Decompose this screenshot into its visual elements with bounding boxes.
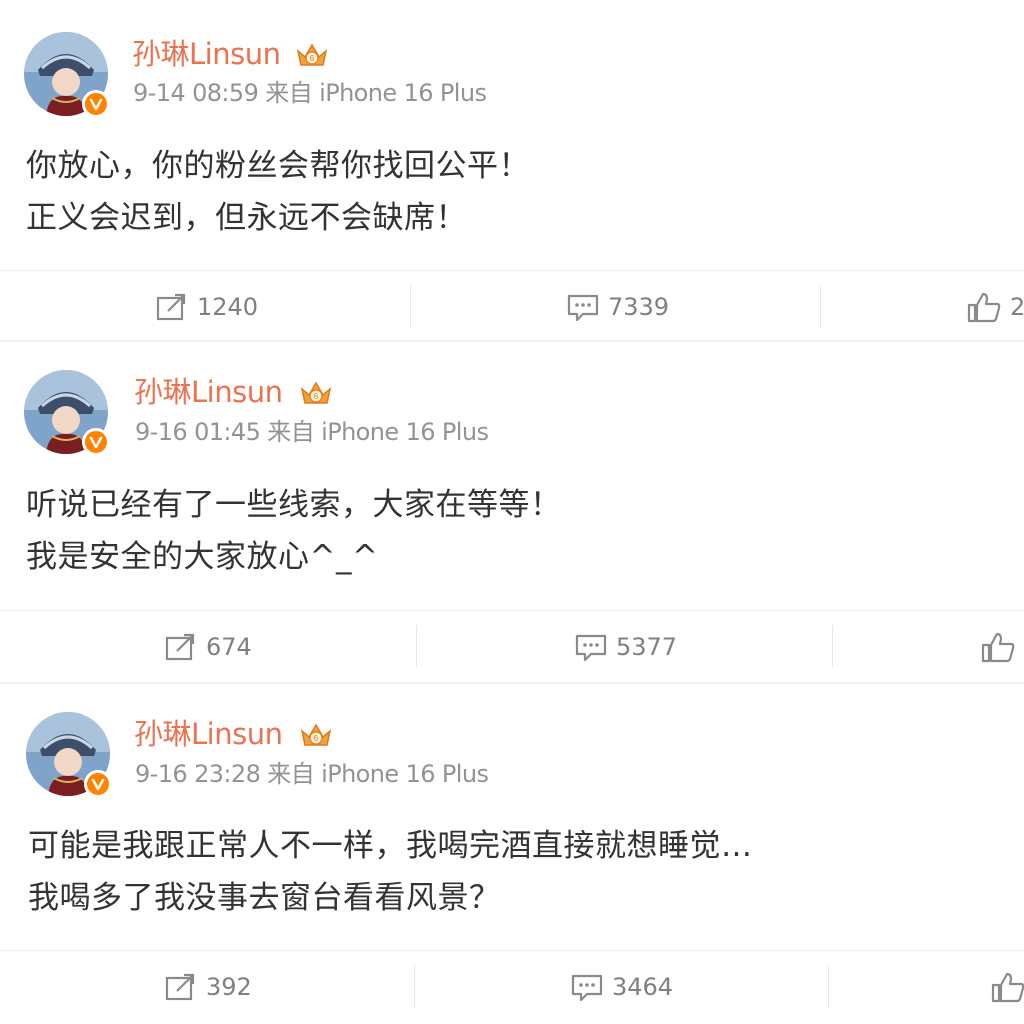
post-time[interactable]: 9-16 23:28 xyxy=(135,760,261,788)
repost-count: 1240 xyxy=(197,293,259,321)
like-count: 2 xyxy=(1010,293,1024,321)
post-text-line: 正义会迟到，但永远不会缺席！ xyxy=(26,200,467,236)
action-divider xyxy=(820,285,821,327)
member-crown-icon[interactable]: 6 xyxy=(298,719,334,751)
repost-button[interactable]: 392 xyxy=(164,951,252,1023)
post-text-line: 可能是我跟正常人不一样，我喝完酒直接就想睡觉… xyxy=(28,828,753,864)
verified-v-icon xyxy=(82,90,110,118)
post-2: 孙琳Linsun 6 9-16 01:45 来自 iPhone 16 Plus … xyxy=(0,342,1024,682)
verified-v-icon xyxy=(84,770,112,798)
avatar[interactable] xyxy=(24,370,110,456)
post-text-line: 听说已经有了一些线索，大家在等等！ xyxy=(26,487,562,523)
post-source: 来自 iPhone 16 Plus xyxy=(267,418,489,446)
post-text-line: 我是安全的大家放心^_^ xyxy=(26,539,379,575)
action-divider xyxy=(828,965,829,1007)
post-meta: 9-16 23:28 来自 iPhone 16 Plus xyxy=(135,759,489,789)
svg-text:6: 6 xyxy=(314,734,319,743)
post-3: 孙琳Linsun 6 9-16 23:28 来自 iPhone 16 Plus … xyxy=(0,684,1024,1024)
svg-text:6: 6 xyxy=(314,392,319,401)
action-divider xyxy=(410,285,411,327)
member-crown-icon[interactable]: 6 xyxy=(298,377,334,409)
comment-icon xyxy=(575,634,607,662)
like-icon xyxy=(967,292,1001,323)
repost-icon xyxy=(165,973,195,1001)
repost-count: 392 xyxy=(206,973,252,1001)
post-meta: 9-16 01:45 来自 iPhone 16 Plus xyxy=(135,417,489,447)
post-text-line: 我喝多了我没事去窗台看看风景？ xyxy=(28,880,501,916)
repost-count: 674 xyxy=(206,633,252,661)
action-divider xyxy=(416,625,417,667)
comment-button[interactable]: 3464 xyxy=(570,951,673,1023)
action-divider xyxy=(414,965,415,1007)
post-text: 听说已经有了一些线索，大家在等等！ 我是安全的大家放心^_^ xyxy=(26,479,562,583)
avatar[interactable] xyxy=(26,712,112,798)
post-text-line: 你放心，你的粉丝会帮你找回公平！ xyxy=(26,148,530,184)
post-time[interactable]: 9-14 08:59 xyxy=(133,79,259,107)
post-body: 孙琳Linsun 6 9-16 23:28 来自 iPhone 16 Plus … xyxy=(0,684,1024,954)
post-text: 你放心，你的粉丝会帮你找回公平！ 正义会迟到，但永远不会缺席！ xyxy=(26,140,530,244)
repost-icon xyxy=(165,633,195,661)
comment-button[interactable]: 5377 xyxy=(574,611,677,683)
comment-button[interactable]: 7339 xyxy=(566,271,669,343)
post-body: 孙琳Linsun 6 9-16 01:45 来自 iPhone 16 Plus … xyxy=(0,342,1024,612)
post-body: 孙琳Linsun 6 9-14 08:59 来自 iPhone 16 Plus … xyxy=(0,0,1024,270)
post-1: 孙琳Linsun 6 9-14 08:59 来自 iPhone 16 Plus … xyxy=(0,0,1024,342)
post-actions: 392 3464 xyxy=(0,950,1024,1022)
like-button[interactable]: 2 xyxy=(966,271,1024,343)
repost-icon xyxy=(156,293,186,321)
comment-count: 7339 xyxy=(608,293,670,321)
comment-count: 5377 xyxy=(616,633,678,661)
comment-icon xyxy=(571,974,603,1002)
post-source: 来自 iPhone 16 Plus xyxy=(265,79,487,107)
post-time[interactable]: 9-16 01:45 xyxy=(135,418,261,446)
like-button[interactable] xyxy=(980,611,1024,683)
comment-icon xyxy=(567,294,599,322)
avatar[interactable] xyxy=(24,32,110,118)
post-actions: 674 5377 xyxy=(0,610,1024,682)
post-text: 可能是我跟正常人不一样，我喝完酒直接就想睡觉… 我喝多了我没事去窗台看看风景？ xyxy=(28,820,753,924)
post-source: 来自 iPhone 16 Plus xyxy=(267,760,489,788)
action-divider xyxy=(832,625,833,667)
svg-text:6: 6 xyxy=(310,54,315,63)
like-button[interactable] xyxy=(990,951,1024,1023)
comment-count: 3464 xyxy=(612,973,674,1001)
username[interactable]: 孙琳Linsun xyxy=(134,716,283,752)
member-crown-icon[interactable]: 6 xyxy=(294,39,330,71)
username[interactable]: 孙琳Linsun xyxy=(134,374,283,410)
post-actions: 1240 7339 2 xyxy=(0,270,1024,342)
like-icon xyxy=(991,972,1024,1003)
repost-button[interactable]: 674 xyxy=(164,611,252,683)
post-meta: 9-14 08:59 来自 iPhone 16 Plus xyxy=(133,78,487,108)
verified-v-icon xyxy=(82,428,110,456)
username[interactable]: 孙琳Linsun xyxy=(132,36,281,72)
repost-button[interactable]: 1240 xyxy=(155,271,258,343)
like-icon xyxy=(981,632,1015,663)
